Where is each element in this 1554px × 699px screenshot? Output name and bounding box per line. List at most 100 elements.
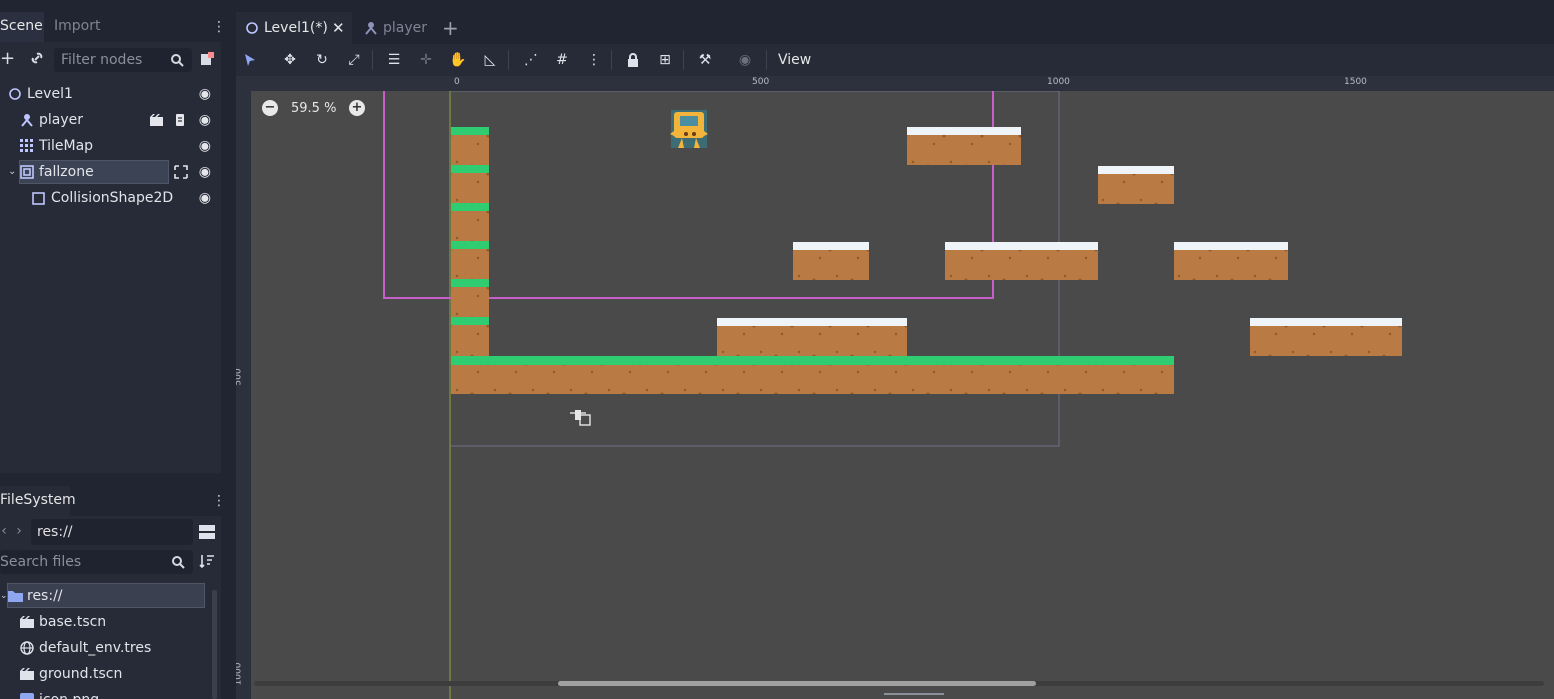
move-tool-icon[interactable]: ✥	[279, 50, 301, 70]
ruler-tool-icon[interactable]: ◺	[479, 50, 501, 70]
bottom-panel-grip[interactable]	[884, 693, 944, 695]
fs-item-label: icon.png	[39, 687, 99, 699]
scene-file-icon	[20, 609, 34, 638]
tab-level1[interactable]: Level1(*) ✕	[236, 12, 352, 44]
snap-options-icon[interactable]: ⋮	[583, 50, 605, 70]
smart-snap-icon[interactable]: ⋰	[520, 50, 542, 70]
pivot-tool-icon[interactable]: ✛	[415, 50, 437, 70]
forward-arrow-icon[interactable]: ›	[14, 523, 24, 539]
instance-link-icon[interactable]	[27, 50, 47, 70]
ruler-label: 0	[454, 77, 460, 87]
chevron-down-icon[interactable]: ⌄	[0, 583, 8, 609]
pan-tool-icon[interactable]: ✋	[447, 50, 469, 70]
separator	[683, 50, 684, 70]
node2d-icon	[246, 12, 258, 46]
player-sprite	[670, 110, 708, 148]
fs-item-res-root[interactable]: ⌄ res://	[0, 583, 210, 609]
tab-player[interactable]: player	[354, 12, 434, 44]
zoom-reset-button[interactable]: 59.5 %	[291, 100, 336, 118]
filesystem-menu-icon[interactable]: ⋮	[212, 494, 226, 508]
tree-node-label: player	[39, 112, 84, 128]
filesystem-scrollbar[interactable]	[212, 590, 217, 699]
grass-column	[451, 127, 489, 356]
ruler-corner	[236, 76, 251, 91]
collision-shape-icon	[32, 185, 45, 215]
ruler-label: 1500	[1344, 77, 1367, 87]
chevron-down-icon[interactable]: ⌄	[8, 159, 16, 185]
search-files-input[interactable]: Search files	[0, 550, 193, 574]
node2d-icon	[9, 81, 21, 110]
add-node-icon[interactable]: +	[0, 50, 15, 68]
fs-item[interactable]: default_env.tres	[0, 635, 210, 661]
separator	[372, 50, 373, 70]
scene-file-icon	[20, 661, 34, 690]
tree-node-level1[interactable]: Level1 ◉	[0, 81, 221, 107]
path-input[interactable]: res://	[31, 519, 193, 545]
scene-tabs: Level1(*) ✕ player +	[236, 12, 1554, 44]
camera-icon[interactable]: ◉	[734, 50, 756, 70]
ground-platform	[451, 356, 1174, 394]
scene-canvas[interactable]	[236, 76, 1554, 699]
fs-item[interactable]: ground.tscn	[0, 661, 210, 687]
2d-viewport[interactable]: 0 500 1000 1500 500 1000 − 59.5 % +	[236, 76, 1554, 699]
zoom-in-button[interactable]: +	[349, 100, 365, 116]
sort-icon[interactable]	[199, 553, 215, 573]
tree-node-collisionshape2d[interactable]: CollisionShape2D ◉	[0, 185, 221, 211]
snow-platform	[793, 242, 869, 280]
grid-snap-icon[interactable]: #	[551, 50, 573, 70]
ruler-label: 500	[236, 368, 244, 386]
visibility-eye-icon[interactable]: ◉	[199, 107, 211, 133]
snow-platform	[945, 242, 1098, 280]
tab-label: player	[383, 20, 428, 36]
search-icon	[171, 48, 184, 76]
filter-nodes-input[interactable]: Filter nodes	[54, 48, 192, 72]
fs-item[interactable]: base.tscn	[0, 609, 210, 635]
main-editor: Level1(*) ✕ player + ✥ ↻ ⤢ ☰ ✛ ✋ ◺ ⋰ # ⋮…	[236, 0, 1554, 699]
rotate-tool-icon[interactable]: ↻	[311, 50, 333, 70]
tab-import[interactable]: Import	[48, 12, 110, 42]
scene-toolbar: + Filter nodes	[0, 42, 221, 76]
visibility-eye-icon[interactable]: ◉	[199, 159, 211, 185]
image-file-icon	[20, 687, 34, 699]
area-gizmo-icon	[570, 410, 591, 426]
snow-platform	[1174, 242, 1288, 280]
tree-node-label: fallzone	[39, 164, 94, 180]
snow-platform	[1250, 318, 1402, 356]
view-menu[interactable]: View	[778, 50, 811, 70]
close-icon[interactable]: ✕	[332, 12, 345, 44]
visibility-eye-icon[interactable]: ◉	[199, 133, 211, 159]
ruler-top: 0 500 1000 1500	[251, 76, 1554, 91]
fs-item-label: res://	[27, 588, 63, 604]
horizontal-scrollbar[interactable]	[558, 681, 1036, 686]
scene-dock-menu-icon[interactable]: ⋮	[212, 20, 226, 34]
tree-node-fallzone[interactable]: ⌄ fallzone ◉	[0, 159, 221, 185]
tree-node-tilemap[interactable]: TileMap ◉	[0, 133, 221, 159]
folder-icon	[8, 583, 23, 612]
list-select-icon[interactable]: ☰	[383, 50, 405, 70]
left-dock: Scene Import ⋮ + Filter nodes Level1 ◉ p…	[0, 0, 228, 699]
fs-item-label: base.tscn	[39, 614, 107, 630]
canvas-toolbar: ✥ ↻ ⤢ ☰ ✛ ✋ ◺ ⋰ # ⋮ ⊞ ⚒ ◉ View	[236, 44, 1554, 76]
tab-scene[interactable]: Scene	[0, 12, 44, 42]
scene-tree-panel: + Filter nodes Level1 ◉ player ◉ TileMap…	[0, 42, 221, 473]
visibility-eye-icon[interactable]: ◉	[199, 185, 211, 211]
script-icon[interactable]	[199, 51, 215, 71]
fs-item-label: default_env.tres	[39, 640, 152, 656]
scene-dock-tabs: Scene Import ⋮	[0, 12, 228, 42]
new-tab-button[interactable]: +	[442, 12, 460, 44]
snow-platform	[1098, 166, 1174, 204]
bone-icon[interactable]: ⚒	[694, 50, 716, 70]
scale-tool-icon[interactable]: ⤢	[343, 50, 365, 70]
tree-node-player[interactable]: player ◉	[0, 107, 221, 133]
fs-item[interactable]: icon.png	[0, 687, 210, 699]
group-icon[interactable]: ⊞	[654, 50, 676, 70]
back-arrow-icon[interactable]: ‹	[0, 523, 8, 539]
visibility-eye-icon[interactable]: ◉	[199, 81, 211, 107]
select-tool-icon[interactable]	[239, 50, 261, 70]
zoom-out-button[interactable]: −	[262, 100, 278, 116]
tab-filesystem[interactable]: FileSystem	[0, 486, 76, 516]
split-view-icon[interactable]	[198, 524, 216, 544]
tree-node-label: Level1	[27, 86, 73, 102]
search-icon	[172, 550, 185, 577]
lock-icon[interactable]	[622, 50, 644, 70]
